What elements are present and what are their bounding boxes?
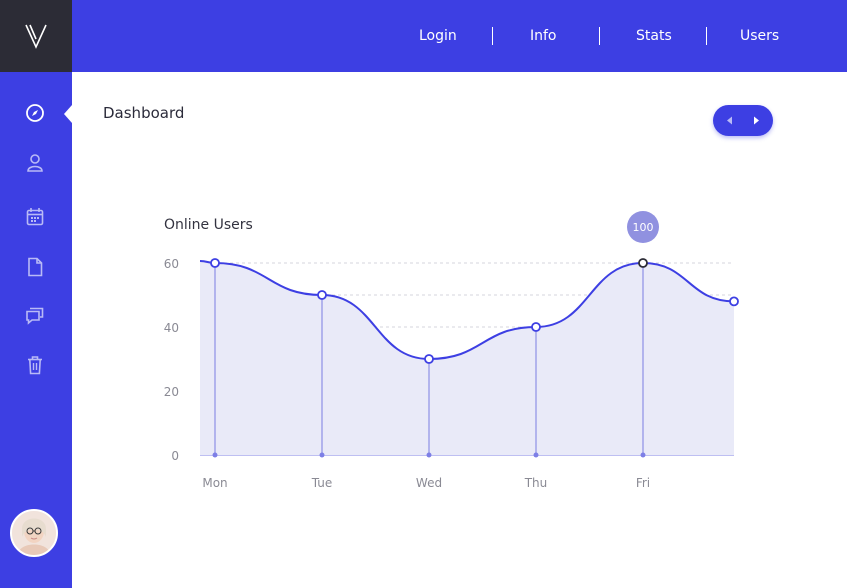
x-tick-label: Thu [524,476,548,490]
point-tue[interactable] [317,290,327,300]
y-tick-label: 0 [171,449,179,463]
area-fill [200,261,734,455]
x-tick-label: Mon [202,476,227,490]
y-tick-label: 60 [164,257,179,271]
online-users-chart: 0 20 40 60 Mon Tue Wed Thu Fri [164,257,739,490]
point-end[interactable] [729,296,739,307]
point-thu[interactable] [531,322,541,332]
x-tick-label: Tue [311,476,333,490]
point-wed[interactable] [424,354,434,364]
x-tick-label: Fri [636,476,650,490]
baseline-dot-tue [319,452,325,458]
y-tick-label: 40 [164,321,179,335]
baseline-dot-thu [533,452,539,458]
baseline-dot-wed [426,452,432,458]
point-fri[interactable] [638,258,648,268]
baseline-dot-mon [212,452,218,458]
point-mon[interactable] [210,258,220,268]
baseline-dot-fri [640,452,646,458]
y-tick-label: 20 [164,385,179,399]
x-tick-label: Wed [416,476,442,490]
